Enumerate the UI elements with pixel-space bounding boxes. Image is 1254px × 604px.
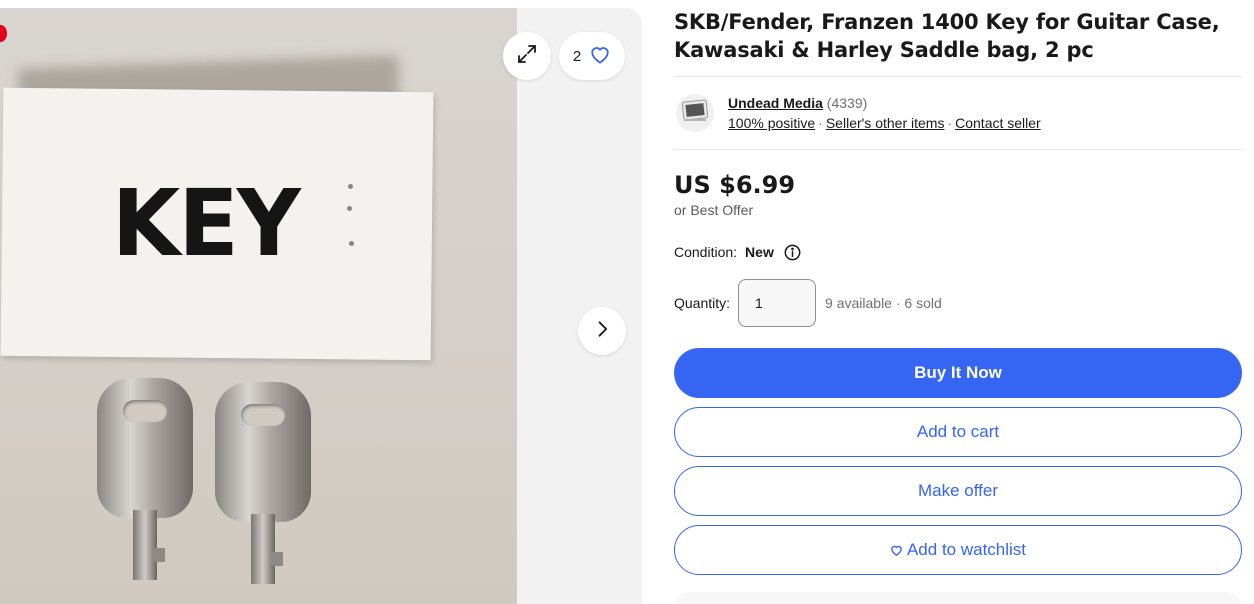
heart-icon [589,44,611,68]
next-image-button[interactable] [578,307,626,355]
info-icon[interactable] [784,244,801,261]
next-section-card [674,592,1242,604]
condition-row: Condition: New [674,242,1242,262]
best-offer-text: or Best Offer [674,202,754,218]
expand-icon [515,42,539,71]
make-offer-button[interactable]: Make offer [674,466,1242,516]
buy-it-now-button[interactable]: Buy It Now [674,348,1242,398]
add-to-watchlist-label: Add to watchlist [906,540,1027,559]
add-to-cart-button[interactable]: Add to cart [674,407,1242,457]
listing-title: SKB/Fender, Franzen 1400 Key for Guitar … [674,10,1220,62]
seller-feedback-count: (4339) [826,95,868,111]
listing-panel: SKB/Fender, Franzen 1400 Key for Guitar … [674,0,1242,575]
divider [674,149,1242,150]
seller-other-items-link[interactable]: Seller's other items [826,115,945,131]
separator: · [818,115,823,131]
separator: · [895,295,901,311]
heart-icon [890,544,903,556]
condition-value: New [745,244,774,260]
quantity-input[interactable] [738,279,817,327]
seller-positive-link[interactable]: 100% positive [728,115,815,131]
photo-key-text: KEY [111,170,301,277]
expand-image-button[interactable] [503,32,551,80]
quantity-label: Quantity: [674,295,731,311]
seller-avatar[interactable] [676,94,714,132]
separator: · [947,115,953,131]
red-marker [0,25,7,42]
product-photo[interactable]: KEY [0,8,517,604]
price: US $6.99 [674,171,796,199]
seller-info: Undead Media (4339) 100% positive · Seller… [674,77,1242,149]
watch-count: 2 [572,47,582,65]
seller-store-icon [680,97,710,130]
condition-label: Condition: [674,244,738,260]
chevron-right-icon [592,319,612,344]
add-to-watchlist-button[interactable]: Add to watchlist [674,525,1242,575]
quantity-row: Quantity: 9 available · 6 sold [674,279,1242,327]
image-gallery: KEY 2 [0,8,642,604]
quantity-sold: 6 sold [904,295,942,311]
quantity-available: 9 available [825,295,892,311]
contact-seller-link[interactable]: Contact seller [955,115,1041,131]
seller-name-link[interactable]: Undead Media [728,95,823,111]
watch-count-button[interactable]: 2 [559,32,625,80]
